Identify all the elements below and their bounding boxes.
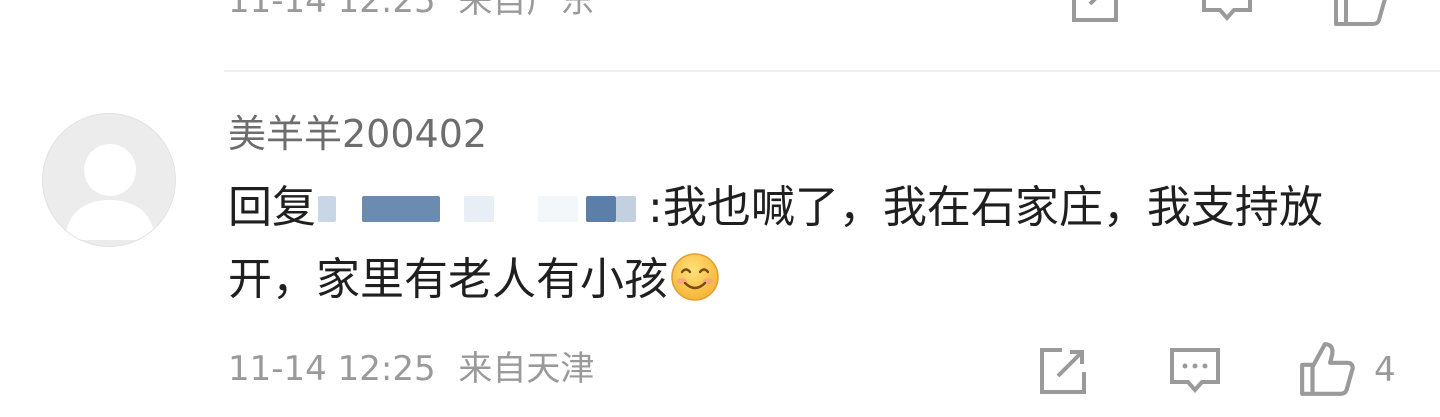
share-edit-icon[interactable] [1068,0,1122,26]
thumbs-up-icon[interactable] [1298,340,1356,398]
comment-divider [224,70,1440,72]
comment-text: 回复 :我也喊了，我在石家庄，我支持放开，家里有老人有小孩 [228,172,1368,316]
comment-location: 来自天津 [458,349,595,389]
comment-meta: 11-14 12:25 来自天津 [228,344,594,394]
comment-time: 11-14 12:25 [228,349,436,389]
smiling-face-emoji [671,253,719,301]
previous-comment-actions [0,0,1440,32]
comment-bubble-icon[interactable] [1168,344,1222,398]
masked-reply-target [318,192,646,226]
avatar[interactable] [42,113,176,247]
thumbs-up-icon[interactable] [1332,0,1388,28]
like-count: 4 [1374,350,1396,390]
comment-username[interactable]: 美羊羊200402 [228,108,487,160]
share-edit-icon[interactable] [1036,344,1090,398]
reply-prefix: 回复 [228,182,316,233]
comment-bubble-icon[interactable] [1200,0,1254,26]
default-avatar-icon [65,144,155,240]
